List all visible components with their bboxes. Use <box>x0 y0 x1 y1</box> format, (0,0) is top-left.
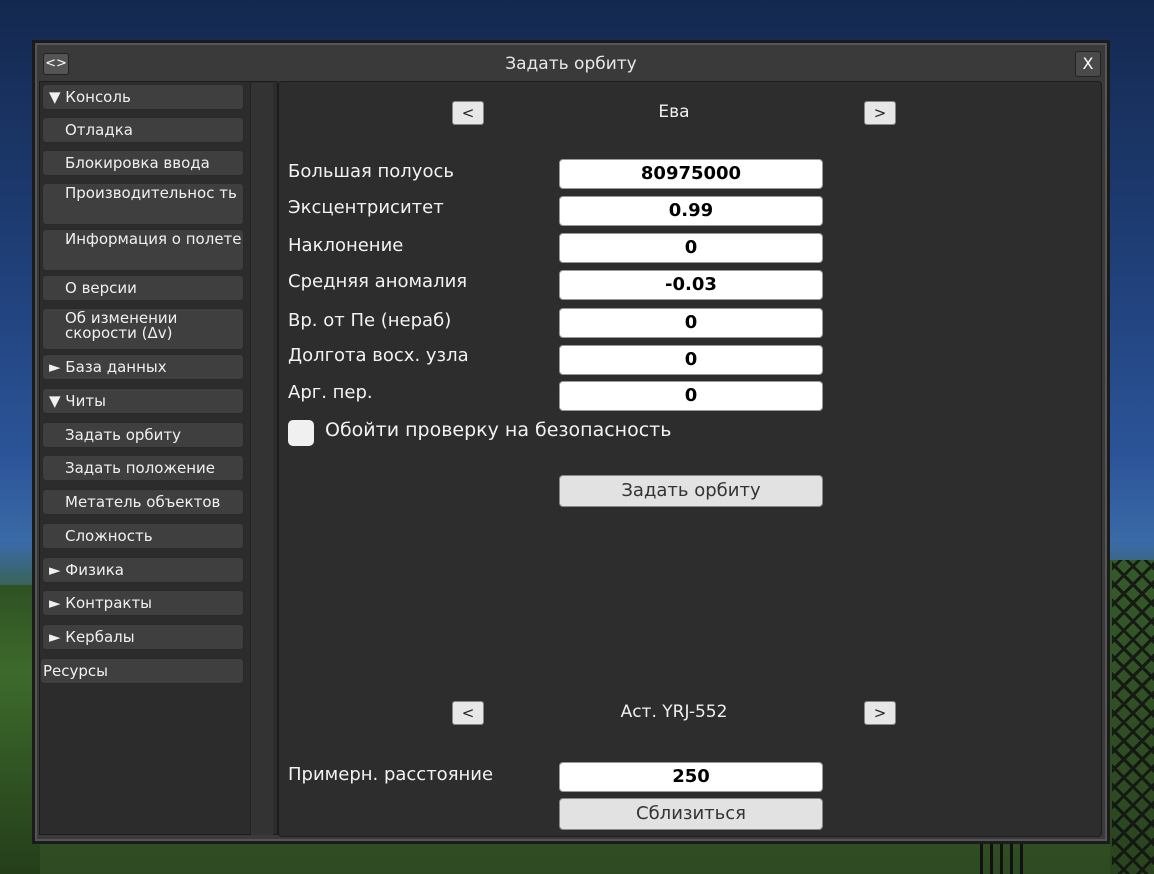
background-launch-tower <box>1112 560 1154 874</box>
sidebar-item-kerbals[interactable]: ► Кербалы <box>42 624 244 650</box>
semi-major-axis-input[interactable]: 80975000 <box>559 159 823 189</box>
next-body-button[interactable]: > <box>864 101 896 125</box>
main-panel: < Ева > Большая полуось 80975000 Эксцент… <box>278 81 1102 837</box>
sidebar-item-database[interactable]: ► База данных <box>42 354 244 380</box>
bypass-safety-label: Обойти проверку на безопасность <box>325 419 672 441</box>
distance-label: Примерн. расстояние <box>288 764 494 785</box>
arg-periapsis-input[interactable]: 0 <box>559 381 823 411</box>
sidebar-item-console[interactable]: ▼ Консоль <box>42 84 244 110</box>
time-from-pe-label: Вр. от Пе (нераб) <box>288 310 452 331</box>
set-orbit-window: <> Задать орбиту X ▼ Консоль Отладка Бло… <box>32 40 1110 844</box>
time-from-pe-input[interactable]: 0 <box>559 308 823 338</box>
sidebar-item-physics[interactable]: ► Физика <box>42 557 244 583</box>
sidebar-scrollbar[interactable] <box>250 83 273 835</box>
prev-target-button[interactable]: < <box>452 701 484 725</box>
sidebar-item-difficulty[interactable]: Сложность <box>42 523 244 549</box>
background-structure <box>980 842 1026 874</box>
sidebar-item-input-lock[interactable]: Блокировка ввода <box>42 150 244 176</box>
sidebar-item-delta-v[interactable]: Об изменении скорости (Δv) <box>42 308 244 350</box>
sidebar-item-version[interactable]: О версии <box>42 275 244 301</box>
eccentricity-input[interactable]: 0.99 <box>559 196 823 226</box>
sidebar-item-set-position[interactable]: Задать положение <box>42 455 244 481</box>
distance-input[interactable]: 250 <box>559 762 823 792</box>
window-title: Задать орбиту <box>505 54 637 74</box>
sidebar-item-object-thrower[interactable]: Метатель объектов <box>42 489 244 515</box>
next-target-button[interactable]: > <box>864 701 896 725</box>
sidebar-item-resources[interactable]: Ресурсы <box>40 658 244 684</box>
title-bar[interactable]: <> Задать орбиту X <box>41 51 1101 77</box>
semi-major-axis-label: Большая полуось <box>288 161 454 182</box>
prev-body-button[interactable]: < <box>452 101 484 125</box>
sidebar-item-cheats[interactable]: ▼ Читы <box>42 388 244 414</box>
body-name: Ева <box>658 102 690 122</box>
sidebar-item-debug[interactable]: Отладка <box>42 117 244 143</box>
inclination-label: Наклонение <box>288 235 404 256</box>
arg-periapsis-label: Арг. пер. <box>288 382 373 403</box>
lan-label: Долгота восх. узла <box>288 345 469 366</box>
rendezvous-button[interactable]: Сблизиться <box>559 798 823 830</box>
inclination-input[interactable]: 0 <box>559 233 823 263</box>
lan-input[interactable]: 0 <box>559 345 823 375</box>
sidebar-item-flight-info[interactable]: Информация о полете <box>42 229 244 271</box>
sidebar-item-contracts[interactable]: ► Контракты <box>42 590 244 616</box>
sidebar: ▼ Консоль Отладка Блокировка ввода Произ… <box>39 81 278 835</box>
sidebar-item-set-orbit[interactable]: Задать орбиту <box>42 422 244 448</box>
mean-anomaly-label: Средняя аномалия <box>288 271 468 292</box>
target-name: Аст. YRJ-552 <box>620 702 728 722</box>
sidebar-item-performance[interactable]: Производительнос ть <box>42 183 244 225</box>
mean-anomaly-input[interactable]: -0.03 <box>559 270 823 300</box>
bypass-safety-checkbox[interactable] <box>288 420 314 446</box>
set-orbit-button[interactable]: Задать орбиту <box>559 475 823 507</box>
eccentricity-label: Эксцентриситет <box>288 197 444 218</box>
close-button[interactable]: X <box>1075 51 1101 77</box>
